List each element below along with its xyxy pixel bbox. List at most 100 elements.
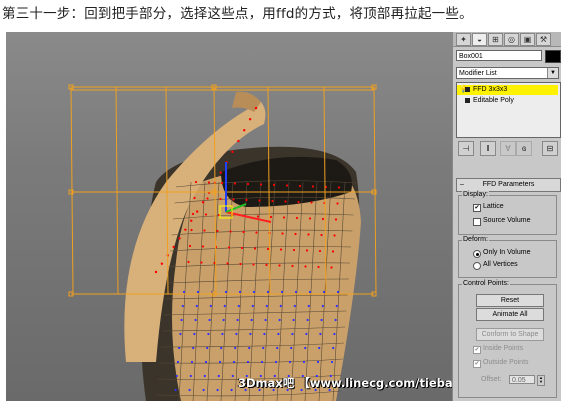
- selected-vertex-dot: [294, 232, 297, 236]
- selected-vertex-dot: [226, 262, 229, 265]
- selected-vertex-dot: [200, 261, 203, 264]
- vertex-dot: [190, 360, 194, 364]
- display-group: Display: ✔ Lattice Source Volume: [458, 191, 557, 235]
- vertex-dot: [293, 304, 296, 308]
- lattice-checkbox[interactable]: ✔: [473, 204, 481, 212]
- all-vertices-radio[interactable]: [473, 262, 481, 270]
- vertex-dot: [224, 290, 228, 294]
- vertex-dot: [223, 304, 226, 308]
- stack-item-editable-poly[interactable]: Editable Poly: [457, 96, 558, 106]
- selected-vertex-dot: [233, 182, 237, 185]
- selected-vertex-dot: [320, 233, 323, 237]
- spinner-arrows-icon[interactable]: ▲ ▼: [537, 375, 545, 386]
- selected-vertex-dot: [258, 199, 261, 202]
- deform-group: Deform: Only In Volume All Vertices: [458, 236, 557, 278]
- selected-vertex-dot: [337, 186, 341, 189]
- selected-vertex-dot: [252, 263, 255, 266]
- vertex-dot: [336, 290, 340, 294]
- vertex-dot: [194, 318, 197, 322]
- vertex-dot: [320, 318, 323, 322]
- vertex-dot: [231, 374, 234, 378]
- vertex-dot: [192, 346, 195, 350]
- selected-vertex-dot: [245, 198, 248, 202]
- lattice-label: Lattice: [483, 203, 504, 210]
- vertex-dot: [330, 360, 334, 364]
- selected-vertex-dot: [195, 210, 199, 213]
- selected-vertex-dot: [278, 264, 281, 267]
- selected-vertex-dot: [266, 247, 270, 251]
- conform-to-shape-button[interactable]: Conform to Shape: [476, 328, 544, 341]
- display-label: Display:: [462, 191, 489, 198]
- remove-modifier-icon[interactable]: ɞ: [516, 141, 532, 156]
- selected-vertex-dot: [193, 196, 196, 200]
- selected-vertex-dot: [336, 202, 339, 205]
- selected-vertex-dot: [190, 219, 193, 222]
- vertex-dot: [203, 374, 206, 378]
- vertex-dot: [319, 332, 322, 336]
- utilities-tab-icon[interactable]: ⚒: [536, 33, 551, 46]
- selected-vertex-dot: [248, 118, 252, 121]
- outside-points-checkbox[interactable]: ✔: [473, 360, 481, 368]
- vertex-dot: [294, 290, 298, 294]
- vertex-dot: [279, 304, 282, 308]
- make-unique-icon[interactable]: ∀: [500, 141, 516, 156]
- animate-all-button[interactable]: Animate All: [476, 308, 544, 321]
- source-volume-checkbox[interactable]: [473, 218, 481, 226]
- selected-vertex-dot: [285, 184, 289, 187]
- inside-points-checkbox[interactable]: ✔: [473, 346, 481, 354]
- vertex-dot: [308, 290, 312, 294]
- vertex-dot: [216, 388, 219, 392]
- vertex-dot: [318, 346, 321, 350]
- hierarchy-tab-icon[interactable]: ⊞: [488, 33, 503, 46]
- modifier-list-dropdown[interactable]: Modifier List ▼: [456, 67, 559, 79]
- pin-stack-icon[interactable]: ⊣: [458, 141, 474, 156]
- vertex-dot: [250, 318, 253, 322]
- vertex-dot: [238, 290, 242, 294]
- stack-item-label: FFD 3x3x3: [473, 86, 508, 93]
- offset-spinner[interactable]: 0.05: [509, 375, 535, 384]
- vertex-dot: [209, 304, 212, 308]
- only-in-volume-label: Only In Volume: [483, 249, 531, 256]
- selected-vertex-dot: [229, 230, 232, 233]
- selected-vertex-dot: [191, 212, 195, 216]
- vertex-dot: [292, 318, 295, 322]
- display-tab-icon[interactable]: ▣: [520, 33, 535, 46]
- selected-vertex-dot: [201, 245, 205, 248]
- object-name-field[interactable]: Box001: [456, 50, 542, 61]
- motion-tab-icon[interactable]: ◎: [504, 33, 519, 46]
- vertex-dot: [179, 332, 182, 336]
- rollout-title: FFD Parameters: [482, 181, 535, 188]
- modify-tab-icon[interactable]: ◒: [472, 33, 487, 46]
- vertex-dot: [196, 290, 200, 294]
- vertex-dot: [252, 290, 256, 294]
- vertex-dot: [193, 332, 196, 336]
- vertex-dot: [307, 304, 310, 308]
- selected-vertex-dot: [297, 200, 300, 204]
- selected-vertex-dot: [231, 150, 234, 154]
- reset-button[interactable]: Reset: [476, 294, 544, 307]
- only-in-volume-radio[interactable]: [473, 250, 481, 258]
- configure-sets-icon[interactable]: ⊟: [542, 141, 558, 156]
- vertex-dot: [290, 346, 293, 350]
- vertex-dot: [175, 374, 178, 378]
- selected-vertex-dot: [331, 250, 335, 253]
- selected-vertex-dot: [207, 181, 211, 184]
- vertex-dot: [316, 360, 320, 364]
- selected-vertex-dot: [184, 228, 187, 231]
- vertex-dot: [260, 360, 264, 364]
- show-end-result-icon[interactable]: ‖: [480, 141, 496, 156]
- ffd-parameters-rollout[interactable]: – FFD Parameters: [456, 178, 561, 192]
- modifier-list-label: Modifier List: [459, 70, 497, 77]
- vertex-dot: [280, 290, 284, 294]
- create-tab-icon[interactable]: ✦: [456, 33, 471, 46]
- 3dsmax-screenshot: 3Dmax吧 【www.linecg.com/tieba/1771】 ✦ ◒ ⊞…: [6, 32, 561, 401]
- object-color-swatch[interactable]: [545, 50, 561, 63]
- expand-icon[interactable]: [465, 87, 470, 92]
- selected-vertex-dot: [269, 215, 273, 219]
- expand-icon[interactable]: [465, 98, 470, 103]
- stack-item-ffd[interactable]: 💡 FFD 3x3x3: [457, 85, 558, 95]
- vertex-dot: [220, 346, 223, 350]
- vertex-dot: [222, 318, 225, 322]
- selected-vertex-dot: [237, 139, 240, 143]
- viewport[interactable]: 3Dmax吧 【www.linecg.com/tieba/1771】: [6, 32, 452, 401]
